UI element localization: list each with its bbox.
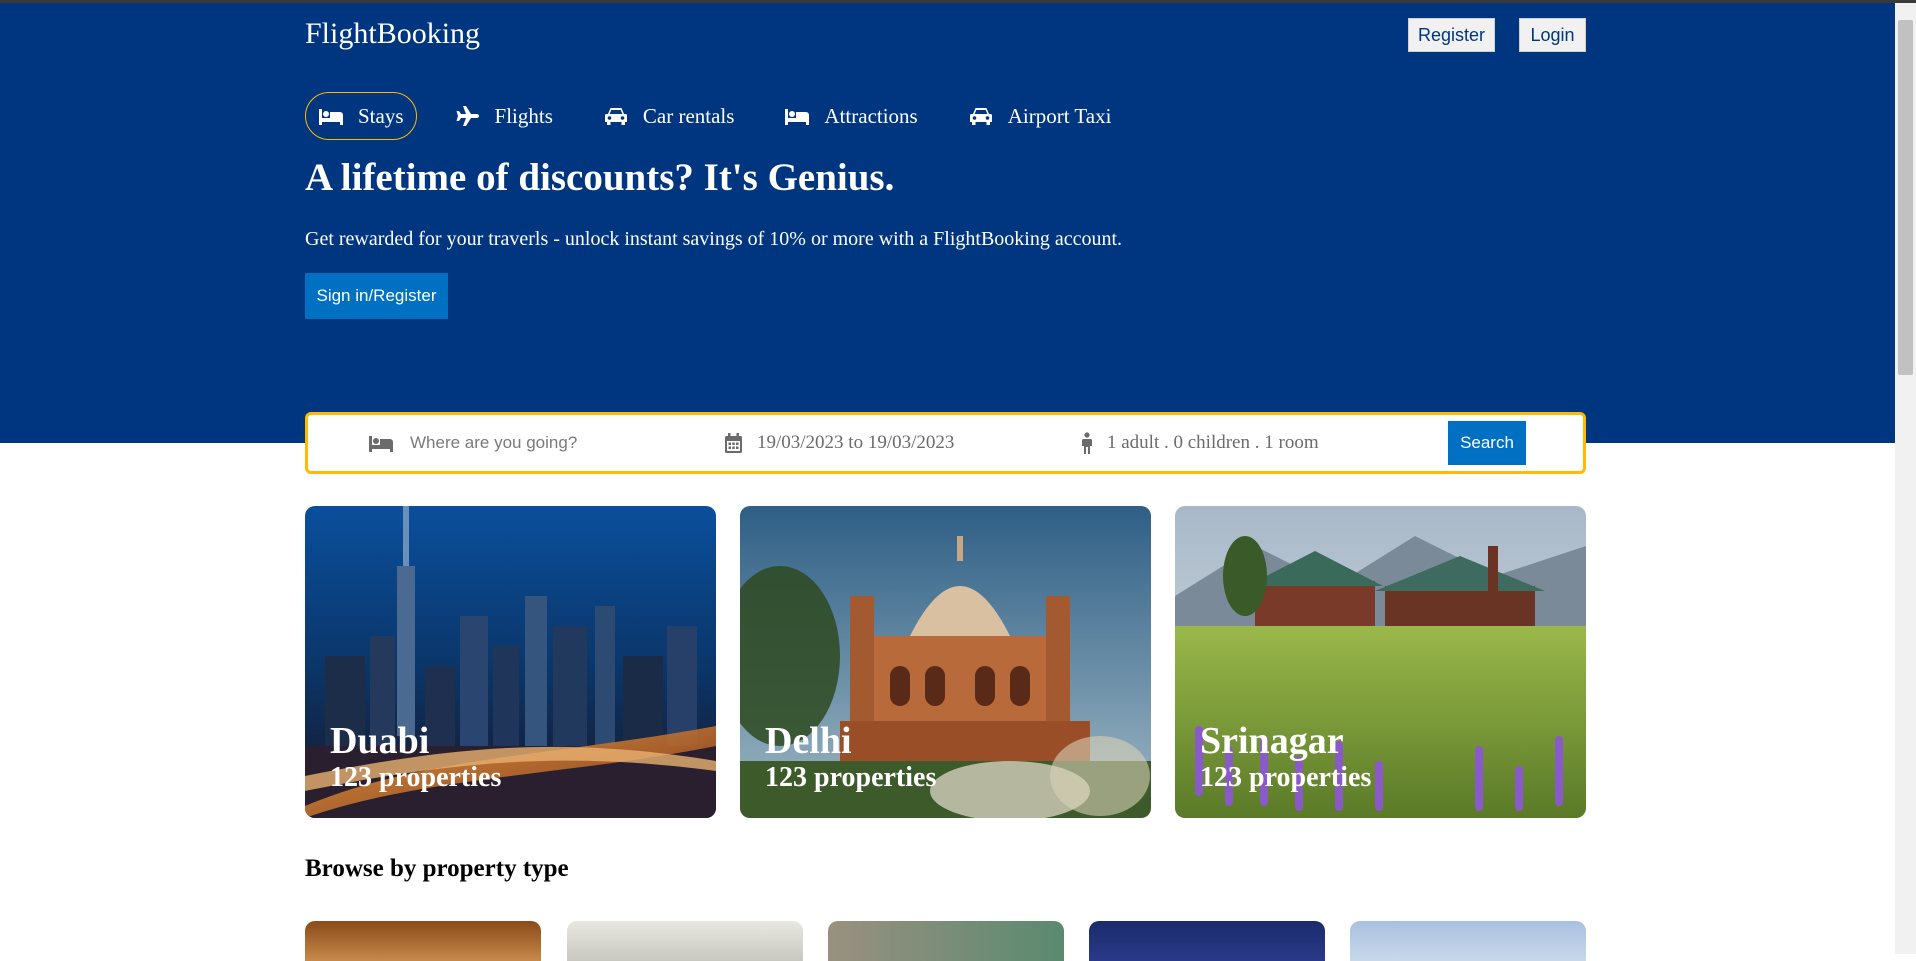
hero-header: FlightBooking Register Login Stays Fligh… <box>0 3 1895 443</box>
featured-card-titles: Delhi 123 properties <box>765 720 936 794</box>
guests-selector[interactable]: 1 adult . 0 children . 1 room <box>1081 415 1319 471</box>
featured-card-titles: Duabi 123 properties <box>330 720 501 794</box>
search-button[interactable]: Search <box>1448 421 1526 465</box>
featured-property-count: 123 properties <box>330 762 502 793</box>
featured-city-name: Duabi <box>330 720 430 762</box>
bed-icon <box>785 109 810 125</box>
featured-property-count: 123 properties <box>1200 762 1372 793</box>
destination-field[interactable] <box>368 415 672 471</box>
nav-item-label: Attractions <box>824 103 918 128</box>
bed-icon <box>369 436 393 452</box>
property-type-card[interactable] <box>1089 921 1325 961</box>
destination-input[interactable] <box>408 432 672 454</box>
featured-card-delhi[interactable]: Delhi 123 properties <box>740 506 1151 818</box>
featured-card-dubai[interactable]: Duabi 123 properties <box>305 506 716 818</box>
property-type-list <box>305 921 1586 961</box>
browse-property-type-title: Browse by property type <box>305 855 569 882</box>
featured-card-titles: Srinagar 123 properties <box>1200 720 1371 794</box>
search-bar: 19/03/2023 to 19/03/2023 1 adult . 0 chi… <box>305 412 1586 474</box>
logo[interactable]: FlightBooking <box>305 17 480 51</box>
property-type-card[interactable] <box>305 921 541 961</box>
date-picker[interactable]: 19/03/2023 to 19/03/2023 <box>724 415 954 471</box>
featured-destinations: Duabi 123 properties Delhi 123 propertie… <box>305 506 1586 818</box>
nav-item-label: Car rentals <box>642 103 735 128</box>
featured-property-count: 123 properties <box>765 762 937 793</box>
featured-city-name: Delhi <box>765 720 852 762</box>
nav-item-attractions[interactable]: Attractions <box>772 92 929 140</box>
property-type-card[interactable] <box>567 921 803 961</box>
nav-item-flights[interactable]: Flights <box>443 92 565 140</box>
hero-subtext: Get rewarded for your traverls - unlock … <box>305 228 1123 250</box>
featured-card-srinagar[interactable]: Srinagar 123 properties <box>1175 506 1586 818</box>
nav-item-label: Stays <box>358 103 404 128</box>
sign-in-register-button[interactable]: Sign in/Register <box>305 273 448 319</box>
register-button[interactable]: Register <box>1408 18 1495 52</box>
nav-item-label: Flights <box>494 103 553 128</box>
nav-item-label: Airport Taxi <box>1007 103 1112 128</box>
page-scrollbar[interactable] <box>1895 3 1916 954</box>
hero-headline: A lifetime of discounts? It's Genius. <box>305 156 895 199</box>
bed-icon <box>319 109 343 125</box>
taxi-icon <box>969 108 992 125</box>
property-type-card[interactable] <box>1350 921 1586 961</box>
login-button[interactable]: Login <box>1519 18 1586 52</box>
featured-city-name: Srinagar <box>1200 720 1344 762</box>
guests-text: 1 adult . 0 children . 1 room <box>1107 432 1319 453</box>
nav-list: Stays Flights Car rentals Attractions Ai… <box>305 91 1149 141</box>
plane-icon <box>456 106 479 126</box>
nav-item-car-rentals[interactable]: Car rentals <box>591 92 747 140</box>
car-icon <box>604 108 627 125</box>
calendar-icon <box>725 432 742 453</box>
property-type-card[interactable] <box>828 921 1064 961</box>
nav-item-stays[interactable]: Stays <box>305 92 417 140</box>
scrollbar-thumb[interactable] <box>1898 20 1913 375</box>
person-icon <box>1082 432 1092 454</box>
nav-item-airport-taxi[interactable]: Airport Taxi <box>956 92 1124 140</box>
date-range-text: 19/03/2023 to 19/03/2023 <box>757 432 955 453</box>
